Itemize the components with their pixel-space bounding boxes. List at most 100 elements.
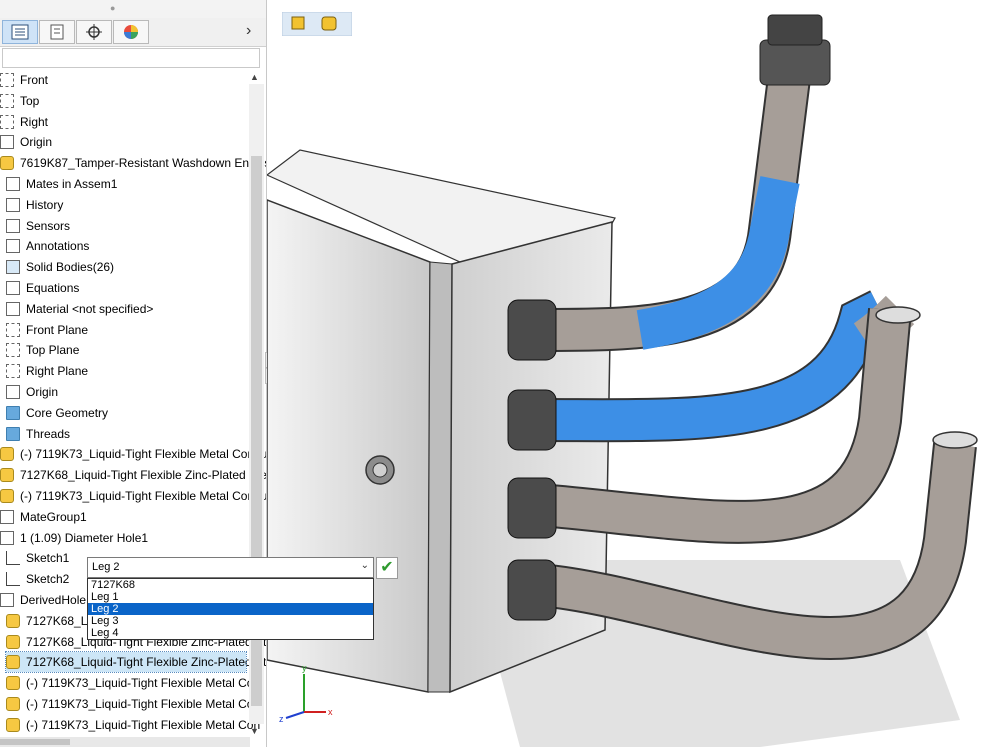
annotations-icon bbox=[6, 239, 20, 254]
tree-item[interactable]: Sketch1 bbox=[6, 548, 69, 568]
origin-icon bbox=[6, 385, 20, 399]
tree-item[interactable]: Right bbox=[0, 112, 48, 132]
tree-filter-input[interactable] bbox=[2, 48, 260, 68]
plane-icon bbox=[6, 322, 20, 337]
tree-item[interactable]: (-) 7119K73_Liquid-Tight Flexible Metal … bbox=[6, 673, 260, 693]
triad-x-label: x bbox=[328, 707, 333, 717]
tree-item[interactable]: (-) 7119K73_Liquid-Tight Flexible Metal … bbox=[6, 715, 260, 735]
tab-display-manager[interactable] bbox=[113, 20, 149, 44]
tree-item-label: Material <not specified> bbox=[26, 301, 154, 316]
tree-item-label: Right bbox=[20, 114, 49, 129]
tree-item-label: 1 (1.09) Diameter Hole1 bbox=[20, 530, 149, 545]
equations-icon bbox=[6, 281, 20, 295]
part-breadcrumb-icon bbox=[321, 16, 337, 31]
tree-item[interactable]: Front bbox=[0, 70, 48, 90]
tree-item-label: Origin bbox=[20, 135, 53, 150]
dropdown-option[interactable]: 7127K68 bbox=[88, 579, 373, 591]
tree-item[interactable]: (-) 7119K73_Liquid-Tight Flexible Metal … bbox=[6, 694, 260, 714]
dropdown-option[interactable]: Leg 2 bbox=[88, 603, 373, 615]
tree-item[interactable]: Threads bbox=[6, 424, 70, 444]
part-icon bbox=[6, 655, 20, 670]
conduit-4-end bbox=[932, 431, 978, 449]
tree-item[interactable]: Front Plane bbox=[6, 320, 88, 340]
tree-item-label: Front bbox=[20, 73, 49, 87]
scroll-down-icon[interactable]: ▼ bbox=[250, 726, 259, 736]
tree-item[interactable]: Core Geometry bbox=[6, 403, 108, 423]
tree-item[interactable]: Sketch2 bbox=[6, 569, 69, 589]
ok-checkmark-button[interactable]: ✔ bbox=[376, 557, 398, 579]
part-icon bbox=[0, 468, 14, 483]
tree-item[interactable]: Origin bbox=[6, 382, 58, 402]
tree-item[interactable]: History bbox=[6, 195, 63, 215]
panel-grip[interactable]: ● bbox=[0, 0, 266, 18]
plane-icon bbox=[0, 93, 14, 108]
tree-item-label: 7127K68_Liquid-Tight Flexible Zinc-Plate… bbox=[20, 468, 267, 483]
tree-item-label: Mates in Assem1 bbox=[26, 177, 118, 191]
plane-icon bbox=[0, 73, 14, 87]
tree-item[interactable]: Origin bbox=[0, 132, 52, 152]
tree-item[interactable]: Top bbox=[0, 91, 39, 111]
tree-item-label: Threads bbox=[26, 426, 71, 441]
tree-item[interactable]: Solid Bodies(26) bbox=[6, 257, 114, 277]
tree-item[interactable]: Material <not specified> bbox=[6, 299, 153, 319]
property-manager-icon bbox=[50, 24, 64, 40]
part-icon bbox=[0, 156, 14, 171]
panel-tab-bar bbox=[0, 18, 266, 47]
tab-property-manager[interactable] bbox=[39, 20, 75, 44]
tree-item[interactable]: 7127K68_Liq bbox=[6, 611, 97, 631]
leg-select-value: Leg 2 bbox=[92, 561, 120, 573]
origin-icon bbox=[0, 135, 14, 150]
tab-configuration-manager[interactable] bbox=[76, 20, 112, 44]
tree-item-label: Right Plane bbox=[26, 364, 89, 379]
leg-select[interactable]: Leg 2 ⌄ bbox=[87, 557, 374, 578]
sensors-icon bbox=[6, 218, 20, 233]
dropdown-option[interactable]: Leg 1 bbox=[88, 591, 373, 603]
tree-item-label: (-) 7119K73_Liquid-Tight Flexible Metal … bbox=[26, 717, 261, 732]
enclosure-hinge-edge bbox=[427, 261, 453, 693]
tree-item-label: Sensors bbox=[26, 218, 71, 233]
sketch-icon bbox=[6, 551, 20, 566]
tab-feature-manager[interactable] bbox=[2, 20, 38, 44]
tree-item[interactable]: Right Plane bbox=[6, 361, 88, 381]
tree-item-label: Top Plane bbox=[26, 343, 80, 358]
tree-item[interactable]: (-) 7119K73_Liquid-Tight Flexible Metal … bbox=[0, 444, 266, 464]
folder-icon bbox=[6, 405, 20, 420]
tree-item[interactable]: 1 (1.09) Diameter Hole1 bbox=[0, 528, 148, 548]
history-icon bbox=[6, 197, 20, 212]
tree-item-label: History bbox=[26, 197, 64, 212]
graphics-viewport[interactable]: y x z bbox=[267, 0, 1000, 747]
part-icon bbox=[6, 697, 20, 711]
chevron-down-icon[interactable]: ⌄ bbox=[361, 560, 369, 571]
tree-item[interactable]: Sensors bbox=[6, 216, 70, 236]
tree-item-label: Sketch1 bbox=[26, 551, 70, 566]
material-icon bbox=[6, 301, 20, 316]
folder-icon bbox=[6, 426, 20, 441]
horizontal-scrollbar-thumb[interactable] bbox=[0, 739, 70, 745]
tree-item-label: Sketch2 bbox=[26, 572, 70, 587]
tree-item[interactable]: (-) 7119K73_Liquid-Tight Flexible Metal … bbox=[0, 486, 266, 506]
crosshair-origin-icon bbox=[86, 24, 102, 40]
tree-item-label: Equations bbox=[26, 281, 80, 295]
assembly-breadcrumb-icon bbox=[291, 16, 305, 30]
tree-item[interactable]: Top Plane bbox=[6, 340, 79, 360]
tree-item[interactable]: 7127K68_Liquid-Tight Flexible Zinc-Plate… bbox=[5, 651, 266, 674]
mates-icon bbox=[6, 177, 20, 191]
dropdown-option[interactable]: Leg 3 bbox=[88, 615, 373, 627]
tree-item[interactable]: 7127K68_Liquid-Tight Flexible Zinc-Plate… bbox=[0, 465, 267, 485]
part-icon bbox=[6, 613, 20, 628]
tree-item[interactable]: MateGroup1 bbox=[0, 507, 87, 527]
top-fitting bbox=[759, 39, 831, 86]
tree-item[interactable]: Mates in Assem1 bbox=[6, 174, 117, 194]
plane-icon bbox=[6, 364, 20, 379]
scroll-up-icon[interactable]: ▲ bbox=[250, 72, 259, 82]
plane-icon bbox=[6, 343, 20, 358]
grip-dot-icon: ● bbox=[110, 3, 116, 13]
tree-item[interactable]: Annotations bbox=[6, 236, 89, 256]
tree-item-label: Core Geometry bbox=[26, 405, 109, 420]
tree-item[interactable]: 7619K87_Tamper-Resistant Washdown Enclos… bbox=[0, 153, 266, 173]
part-icon bbox=[6, 676, 20, 691]
feature-tree-icon bbox=[11, 24, 29, 40]
chevron-right-icon[interactable]: › bbox=[246, 22, 251, 40]
tree-item[interactable]: Equations bbox=[6, 278, 79, 298]
dropdown-option[interactable]: Leg 4 bbox=[88, 627, 373, 639]
